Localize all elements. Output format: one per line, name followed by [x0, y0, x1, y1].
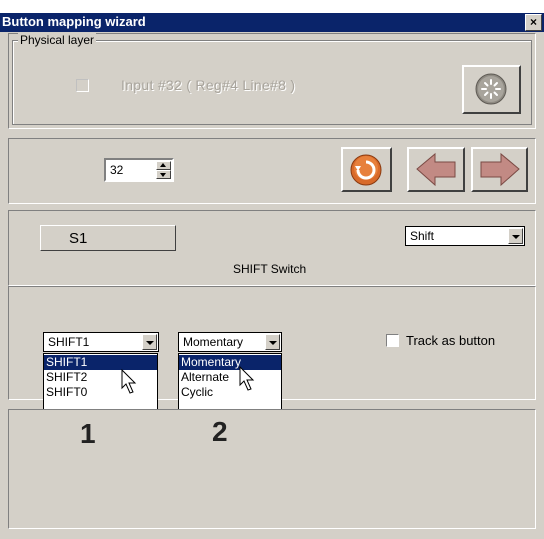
refresh-button[interactable]: [341, 147, 392, 192]
list-item[interactable]: SHIFT0: [44, 385, 157, 400]
list-item[interactable]: Momentary: [179, 355, 281, 370]
input-number-field[interactable]: 32: [104, 158, 174, 182]
window-title: Button mapping wizard: [2, 14, 146, 29]
connect-button[interactable]: [462, 65, 521, 114]
s1-button-label: S1: [69, 230, 88, 247]
input-number-value: 32: [110, 163, 124, 177]
arrow-right-icon: [480, 152, 520, 187]
behavior-select[interactable]: Momentary: [178, 332, 282, 352]
shift-select-list: SHIFT1 SHIFT2 SHIFT0: [43, 353, 158, 415]
mode-select[interactable]: Shift: [405, 226, 525, 246]
list-item[interactable]: SHIFT1: [44, 355, 157, 370]
mapping-description: SHIFT Switch: [233, 262, 307, 276]
annotation-marker-1: 1: [80, 418, 96, 449]
behavior-select-value: Momentary: [183, 335, 244, 349]
list-item[interactable]: SHIFT2: [44, 370, 157, 385]
mode-select-value: Shift: [410, 229, 435, 243]
physical-layer-legend: Physical layer: [18, 33, 97, 47]
input-label: Input #32 ( Reg#4 Line#8 ): [121, 77, 296, 93]
chevron-down-icon[interactable]: [508, 228, 523, 244]
top-strip: [0, 0, 544, 13]
title-bar: Button mapping wizard ×: [0, 13, 544, 32]
arrow-left-icon: [416, 152, 456, 187]
close-button[interactable]: ×: [525, 14, 542, 31]
list-item[interactable]: Alternate: [179, 370, 281, 385]
chevron-down-icon[interactable]: [142, 334, 157, 350]
track-as-button-label: Track as button: [406, 333, 496, 348]
physical-checkbox[interactable]: [76, 79, 89, 92]
chevron-down-icon[interactable]: [265, 334, 280, 350]
annotation-marker-2: 2: [212, 416, 228, 447]
spinner-icon: [475, 73, 507, 105]
list-item[interactable]: Cyclic: [179, 385, 281, 400]
s1-button[interactable]: S1: [40, 225, 176, 251]
refresh-icon: [350, 154, 382, 186]
next-button[interactable]: [471, 147, 528, 192]
mouse-cursor-icon: [239, 366, 255, 391]
previous-button[interactable]: [407, 147, 465, 192]
behavior-select-list: Momentary Alternate Cyclic: [178, 353, 282, 415]
spin-up-button[interactable]: [156, 161, 171, 170]
spin-down-button[interactable]: [156, 170, 171, 179]
mouse-cursor-icon: [121, 369, 137, 394]
shift-select[interactable]: SHIFT1: [43, 332, 159, 352]
track-as-button-checkbox[interactable]: [386, 334, 399, 347]
shift-select-value: SHIFT1: [48, 335, 90, 349]
